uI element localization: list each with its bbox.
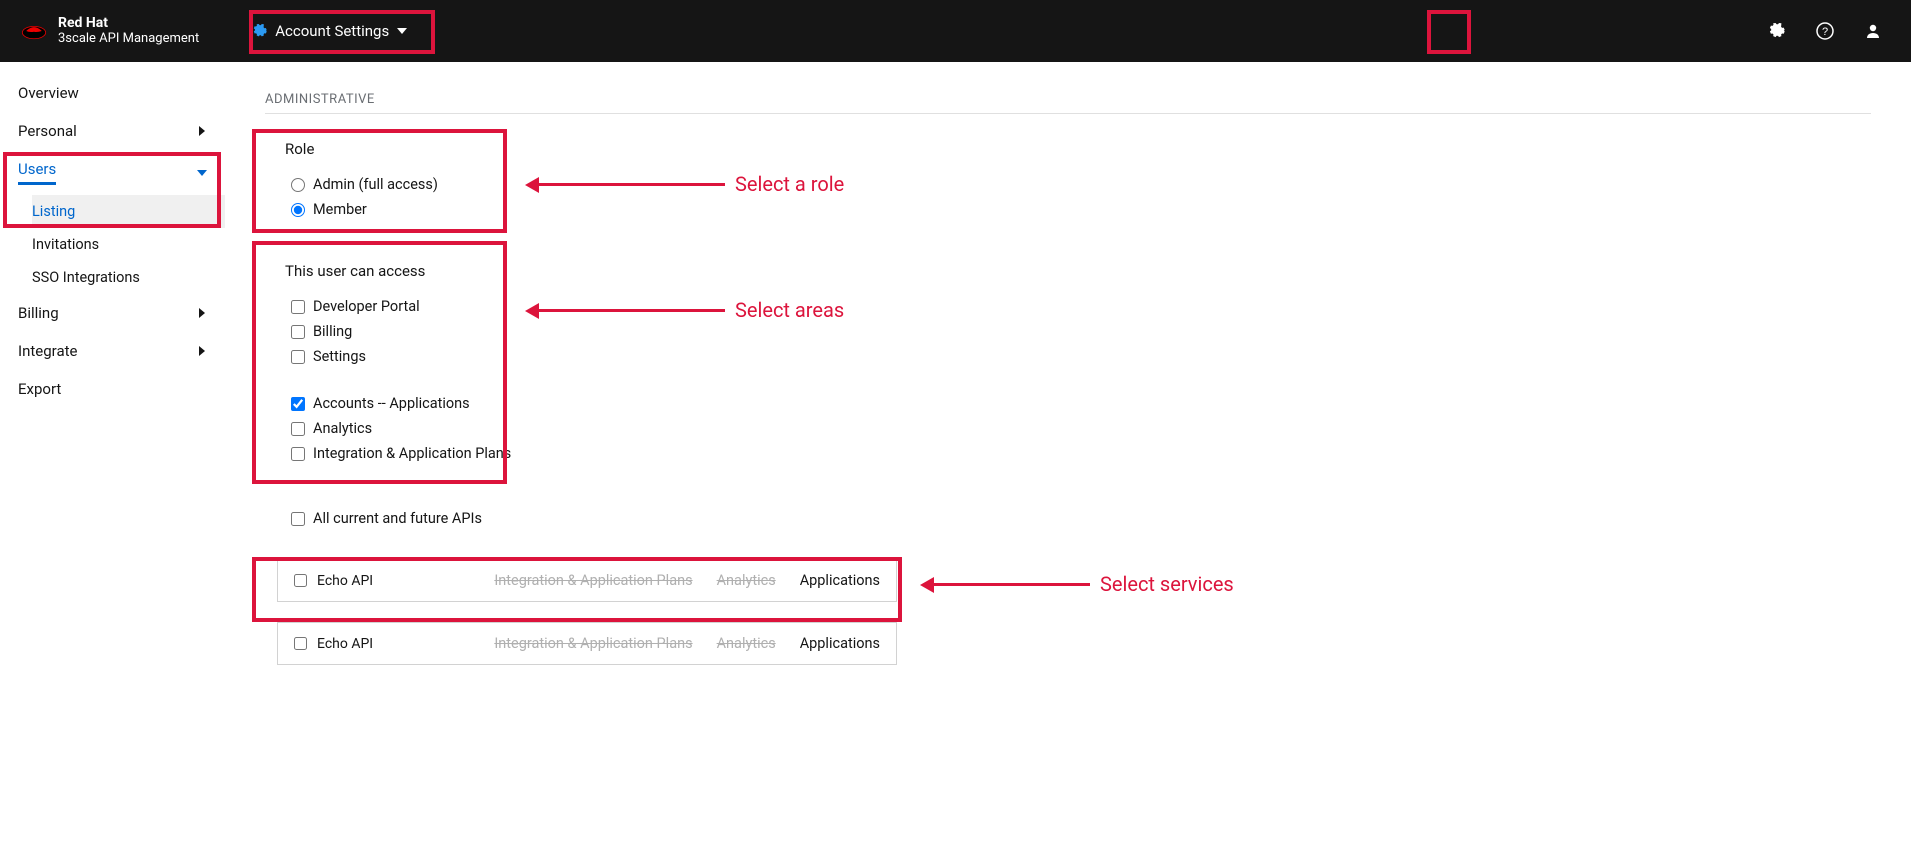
access-checkbox-integration-plans[interactable] xyxy=(291,447,305,461)
sidebar-item-invitations[interactable]: Invitations xyxy=(32,228,225,261)
sidebar-item-export[interactable]: Export xyxy=(0,370,225,408)
api-checkbox[interactable] xyxy=(294,574,307,587)
access-checkbox-accounts-apps[interactable] xyxy=(291,397,305,411)
gear-icon xyxy=(253,24,267,38)
sidebar-submenu-users: Listing Invitations SSO Integrations xyxy=(0,195,225,294)
annotation-role: Select a role xyxy=(535,172,844,196)
api-perm: Integration & Application Plans xyxy=(494,572,692,589)
annotation-areas: Select areas xyxy=(535,298,844,322)
access-option-accounts-apps[interactable]: Accounts -- Applications xyxy=(285,391,1851,416)
logo: Red Hat 3scale API Management xyxy=(20,16,199,46)
api-row: Echo API Integration & Application Plans… xyxy=(277,559,897,602)
api-row: Echo API Integration & Application Plans… xyxy=(277,622,897,665)
access-option-billing[interactable]: Billing xyxy=(285,319,1851,344)
api-perm: Analytics xyxy=(717,635,776,652)
access-checkbox-settings[interactable] xyxy=(291,350,305,364)
user-button[interactable] xyxy=(1855,13,1891,49)
access-option-devportal[interactable]: Developer Portal xyxy=(285,294,1851,319)
role-fieldset: Role Admin (full access) Member xyxy=(265,128,1871,238)
brand-name: Red Hat xyxy=(58,16,199,31)
access-option-integration-plans[interactable]: Integration & Application Plans xyxy=(285,441,1851,466)
chevron-down-icon xyxy=(197,168,207,178)
chevron-down-icon xyxy=(397,26,407,36)
api-checkbox[interactable] xyxy=(294,637,307,650)
sidebar-item-billing[interactable]: Billing xyxy=(0,294,225,332)
context-label: Account Settings xyxy=(275,22,389,40)
role-radio-member[interactable] xyxy=(291,203,305,217)
access-fieldset: This user can access Developer Portal Bi… xyxy=(265,250,1871,482)
role-option-member[interactable]: Member xyxy=(285,197,1851,222)
access-legend: This user can access xyxy=(285,262,1851,280)
access-checkbox-analytics[interactable] xyxy=(291,422,305,436)
chevron-right-icon xyxy=(197,308,207,318)
role-option-admin[interactable]: Admin (full access) xyxy=(285,172,1851,197)
context-selector[interactable]: Account Settings xyxy=(239,14,421,48)
app-header: Red Hat 3scale API Management Account Se… xyxy=(0,0,1911,62)
access-checkbox-devportal[interactable] xyxy=(291,300,305,314)
sidebar-item-listing[interactable]: Listing xyxy=(32,195,225,228)
help-icon: ? xyxy=(1816,22,1834,40)
chevron-right-icon xyxy=(197,126,207,136)
product-name: 3scale API Management xyxy=(58,32,199,46)
api-name: Echo API xyxy=(317,573,467,589)
api-name: Echo API xyxy=(317,636,467,652)
help-button[interactable]: ? xyxy=(1807,13,1843,49)
svg-text:?: ? xyxy=(1822,26,1828,38)
all-apis-checkbox[interactable] xyxy=(291,512,305,526)
access-option-analytics[interactable]: Analytics xyxy=(285,416,1851,441)
gear-icon xyxy=(1769,23,1785,39)
sidebar-item-users[interactable]: Users xyxy=(0,150,225,195)
sidebar-item-personal[interactable]: Personal xyxy=(0,112,225,150)
all-apis-option[interactable]: All current and future APIs xyxy=(285,506,1851,531)
api-perm: Applications xyxy=(800,635,880,652)
api-perm: Applications xyxy=(800,572,880,589)
chevron-right-icon xyxy=(197,346,207,356)
sidebar-item-integrate[interactable]: Integrate xyxy=(0,332,225,370)
role-radio-admin[interactable] xyxy=(291,178,305,192)
user-icon xyxy=(1865,23,1881,39)
redhat-logo-icon xyxy=(20,17,48,45)
sidebar-nav: Overview Personal Users Listing Invitati… xyxy=(0,62,225,715)
settings-button[interactable] xyxy=(1759,13,1795,49)
sidebar-item-sso-integrations[interactable]: SSO Integrations xyxy=(32,261,225,294)
access-option-settings[interactable]: Settings xyxy=(285,344,1851,369)
api-perm: Analytics xyxy=(717,572,776,589)
annotation-services: Select services xyxy=(930,572,1234,596)
api-perm: Integration & Application Plans xyxy=(494,635,692,652)
header-actions: ? xyxy=(1759,13,1891,49)
section-heading: ADMINISTRATIVE xyxy=(265,92,1871,114)
role-legend: Role xyxy=(285,140,1851,158)
sidebar-item-overview[interactable]: Overview xyxy=(0,74,225,112)
access-checkbox-billing[interactable] xyxy=(291,325,305,339)
main-content: ADMINISTRATIVE Role Admin (full access) … xyxy=(225,62,1911,715)
all-apis-row: All current and future APIs xyxy=(265,494,1871,547)
